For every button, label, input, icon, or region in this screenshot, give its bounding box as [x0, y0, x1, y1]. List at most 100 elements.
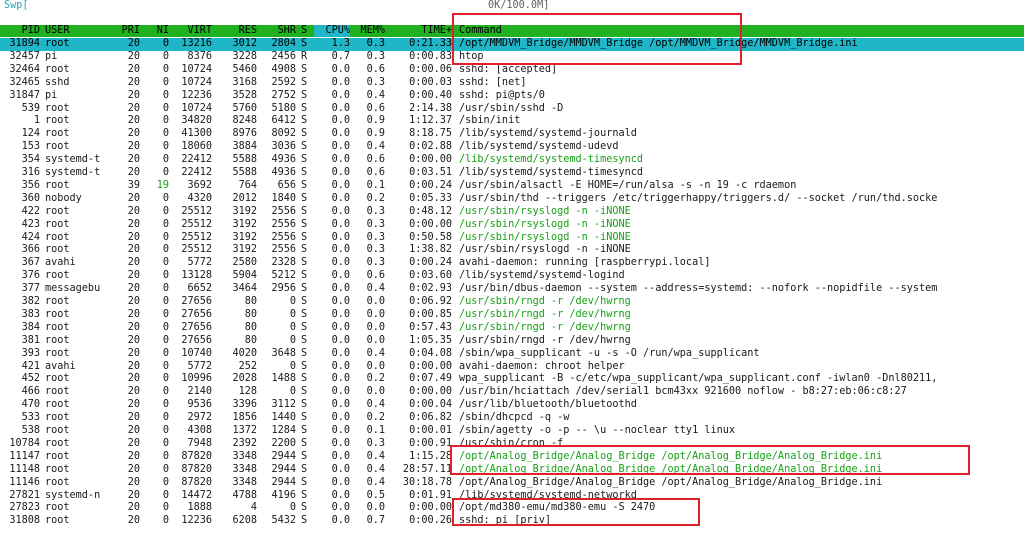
process-row[interactable]: 533 root 20 0 2972 1856 1440 S 0.0 0.2 0:06.82/sbi… — [0, 412, 1024, 425]
swap-meter: Swp[ 0K/100.0M] — [0, 0, 1024, 14]
process-row[interactable]: 1 root 20 0 34820 8248 6412 S 0.0 0.9 1:12.37/sbin… — [0, 115, 1024, 128]
column-header-shr[interactable]: SHR — [260, 25, 296, 37]
process-row[interactable]: 538 root 20 0 4308 1372 1284 S 0.0 0.1 0:00.01/sbi… — [0, 425, 1024, 438]
process-row[interactable]: 11148 root 20 0 87820 3348 2944 S 0.0 0.4 28:57.11… — [0, 464, 1024, 477]
cpu-cell: 0.7 — [331, 50, 350, 62]
process-row[interactable]: 360 nobody 20 0 4320 2012 1840 S 0.0 0.2 0:05.33/u… — [0, 193, 1024, 206]
process-row[interactable]: 32457 pi 20 0 8376 3228 2456 R 0.7 0.3 0:00.83 htop — [0, 51, 1024, 64]
nice-cell: 0 — [162, 489, 169, 501]
column-header-virt[interactable]: VIRT — [172, 25, 212, 37]
process-row[interactable]: 27823 root 20 0 1888 4 0 S 0.0 0.0 0:00.00/opt/md3… — [0, 502, 1024, 515]
column-header-command[interactable]: Command — [459, 25, 1024, 37]
shr-cell: 2328 — [271, 257, 296, 269]
process-row[interactable]: 421 avahi 20 0 5772 252 0 S 0.0 0.0 0:00.00 avahi-d… — [0, 361, 1024, 374]
shr-cell: 2944 — [271, 450, 296, 462]
shr-cell: 0 — [289, 360, 296, 372]
process-row[interactable]: 377 messagebu 20 0 6652 3464 2956 S 0.0 0.4 0:02.9… — [0, 283, 1024, 296]
shr-cell: 1284 — [271, 425, 296, 436]
nice-cell: 0 — [162, 141, 169, 153]
process-row[interactable]: 32464 root 20 0 10724 5460 4908 S 0.0 0.6 0:00.06 s… — [0, 64, 1024, 77]
column-header-mem[interactable]: MEM% — [353, 25, 385, 37]
process-row[interactable]: 32465 sshd 20 0 10724 3168 2592 S 0.0 0.3 0:00.03 s… — [0, 77, 1024, 90]
state-cell: S — [301, 167, 308, 178]
virt-cell: 13216 — [181, 38, 212, 49]
virt-cell: 10996 — [181, 373, 212, 385]
column-header-pid[interactable]: PID — [0, 25, 40, 37]
user-cell: root — [45, 437, 70, 449]
process-row[interactable]: 384 root 20 0 27656 80 0 S 0.0 0.0 0:57.43/usr/sbi… — [0, 322, 1024, 335]
column-header-ni[interactable]: NI — [145, 25, 169, 37]
command-cell: avahi-daemon: running [raspberrypi.local… — [459, 257, 711, 269]
pid-cell: 316 — [21, 167, 40, 178]
res-cell: 3884 — [232, 141, 257, 153]
cpu-cell: 0.0 — [331, 154, 350, 166]
process-row[interactable]: 356 root 39 19 3692 764 656 S 0.0 0.1 0:00.24/usr/… — [0, 180, 1024, 193]
priority-cell: 20 — [127, 450, 140, 462]
process-row[interactable]: 382 root 20 0 27656 80 0 S 0.0 0.0 0:06.92/usr/sbi… — [0, 296, 1024, 309]
cpu-cell: 0.0 — [331, 347, 350, 359]
process-row[interactable]: 31847 pi 20 0 12236 3528 2752 S 0.0 0.4 0:00.40 ssh… — [0, 90, 1024, 103]
priority-cell: 20 — [127, 205, 140, 217]
process-row[interactable]: 452 root 20 0 10996 2028 1488 S 0.0 0.2 0:07.49 wpa… — [0, 373, 1024, 386]
command-cell: /lib/systemd/systemd-timesyncd — [459, 167, 644, 178]
process-row[interactable]: 316 systemd-t 20 0 22412 5588 4936 S 0.0 0.6 0:03.… — [0, 167, 1024, 180]
state-cell: S — [301, 128, 308, 140]
shr-cell: 2556 — [271, 218, 296, 230]
column-header-user[interactable]: USER — [45, 25, 107, 37]
column-header-state[interactable]: S — [301, 25, 311, 37]
column-header-cpu[interactable]: CPU% — [314, 25, 350, 37]
process-row[interactable]: 11146 root 20 0 87820 3348 2944 S 0.0 0.4 30:18.78… — [0, 477, 1024, 490]
process-row-selected[interactable]: 31894 root 20 0 13216 3012 2804 S 1.3 0.3 0:21.33 /… — [0, 38, 1024, 51]
nice-cell: 0 — [162, 296, 169, 307]
res-cell: 3012 — [232, 38, 257, 49]
process-row[interactable]: 367 avahi 20 0 5772 2580 2328 S 0.0 0.3 0:00.24 ava… — [0, 257, 1024, 270]
process-row[interactable]: 424 root 20 0 25512 3192 2556 S 0.0 0.3 0:50.58/us… — [0, 232, 1024, 245]
process-row[interactable]: 381 root 20 0 27656 80 0 S 0.0 0.0 1:05.35/usr/sbi… — [0, 335, 1024, 348]
virt-cell: 87820 — [181, 450, 212, 462]
state-cell: S — [301, 76, 308, 88]
shr-cell: 5212 — [271, 270, 296, 282]
swap-value: 0K/100.0M] — [488, 0, 550, 11]
cpu-cell: 0.0 — [331, 192, 350, 204]
process-row[interactable]: 376 root 20 0 13128 5904 5212 S 0.0 0.6 0:03.60/li… — [0, 270, 1024, 283]
process-row[interactable]: 466 root 20 0 2140 128 0 S 0.0 0.0 0:00.00/usr/bin… — [0, 386, 1024, 399]
process-row[interactable]: 393 root 20 0 10740 4020 3648 S 0.0 0.4 0:04.08/sb… — [0, 348, 1024, 361]
column-header-time[interactable]: TIME+ — [388, 25, 452, 37]
shr-cell: 2556 — [271, 231, 296, 243]
column-header-pri[interactable]: PRI — [110, 25, 140, 37]
process-row[interactable]: 27821 systemd-n 20 0 14472 4788 4196 S 0.0 0.5 0:0… — [0, 490, 1024, 503]
shr-cell: 1488 — [271, 373, 296, 385]
time-cell: 0:00.04 — [409, 399, 452, 411]
mem-cell: 0.3 — [366, 218, 385, 230]
process-row[interactable]: 422 root 20 0 25512 3192 2556 S 0.0 0.3 0:48.12/us… — [0, 206, 1024, 219]
command-cell: /lib/systemd/systemd-logind — [459, 270, 625, 282]
user-cell: root — [45, 63, 70, 75]
column-header-res[interactable]: RES — [215, 25, 257, 37]
process-row[interactable]: 366 root 20 0 25512 3192 2556 S 0.0 0.3 1:38.82/us… — [0, 244, 1024, 257]
mem-cell: 0.1 — [366, 425, 385, 436]
process-row[interactable]: 31808 root 20 0 12236 6208 5432 S 0.0 0.7 0:00.26 s… — [0, 515, 1024, 528]
res-cell: 3192 — [232, 231, 257, 243]
mem-cell: 0.2 — [366, 373, 385, 385]
command-cell: wpa_supplicant -B -c/etc/wpa_supplicant/… — [459, 373, 938, 385]
pid-cell: 27821 — [9, 489, 40, 501]
res-cell: 2580 — [232, 257, 257, 269]
priority-cell: 20 — [127, 425, 140, 436]
pid-cell: 422 — [21, 205, 40, 217]
mem-cell: 0.0 — [366, 386, 385, 398]
process-row[interactable]: 11147 root 20 0 87820 3348 2944 S 0.0 0.4 1:15.28 /… — [0, 451, 1024, 464]
process-row[interactable]: 539 root 20 0 10724 5760 5180 S 0.0 0.6 2:14.38/us… — [0, 103, 1024, 116]
process-row[interactable]: 10784 root 20 0 7948 2392 2200 S 0.0 0.3 0:00.91/u… — [0, 438, 1024, 451]
process-row[interactable]: 383 root 20 0 27656 80 0 S 0.0 0.0 0:00.85/usr/sbi… — [0, 309, 1024, 322]
virt-cell: 25512 — [181, 218, 212, 230]
process-row[interactable]: 354 systemd-t 20 0 22412 5588 4936 S 0.0 0.6 0:00.… — [0, 154, 1024, 167]
res-cell: 5760 — [232, 102, 257, 114]
pid-cell: 31894 — [9, 38, 40, 49]
mem-cell: 0.3 — [366, 257, 385, 269]
process-row[interactable]: 124 root 20 0 41300 8976 8092 S 0.0 0.9 8:18.75/li… — [0, 128, 1024, 141]
process-row[interactable]: 423 root 20 0 25512 3192 2556 S 0.0 0.3 0:00.00/us… — [0, 219, 1024, 232]
state-cell: S — [301, 231, 308, 243]
time-cell: 0:00.01 — [409, 425, 452, 436]
process-row[interactable]: 470 root 20 0 9536 3396 3112 S 0.0 0.4 0:00.04/usr… — [0, 399, 1024, 412]
process-row[interactable]: 153 root 20 0 18060 3884 3036 S 0.0 0.4 0:02.88/li… — [0, 141, 1024, 154]
